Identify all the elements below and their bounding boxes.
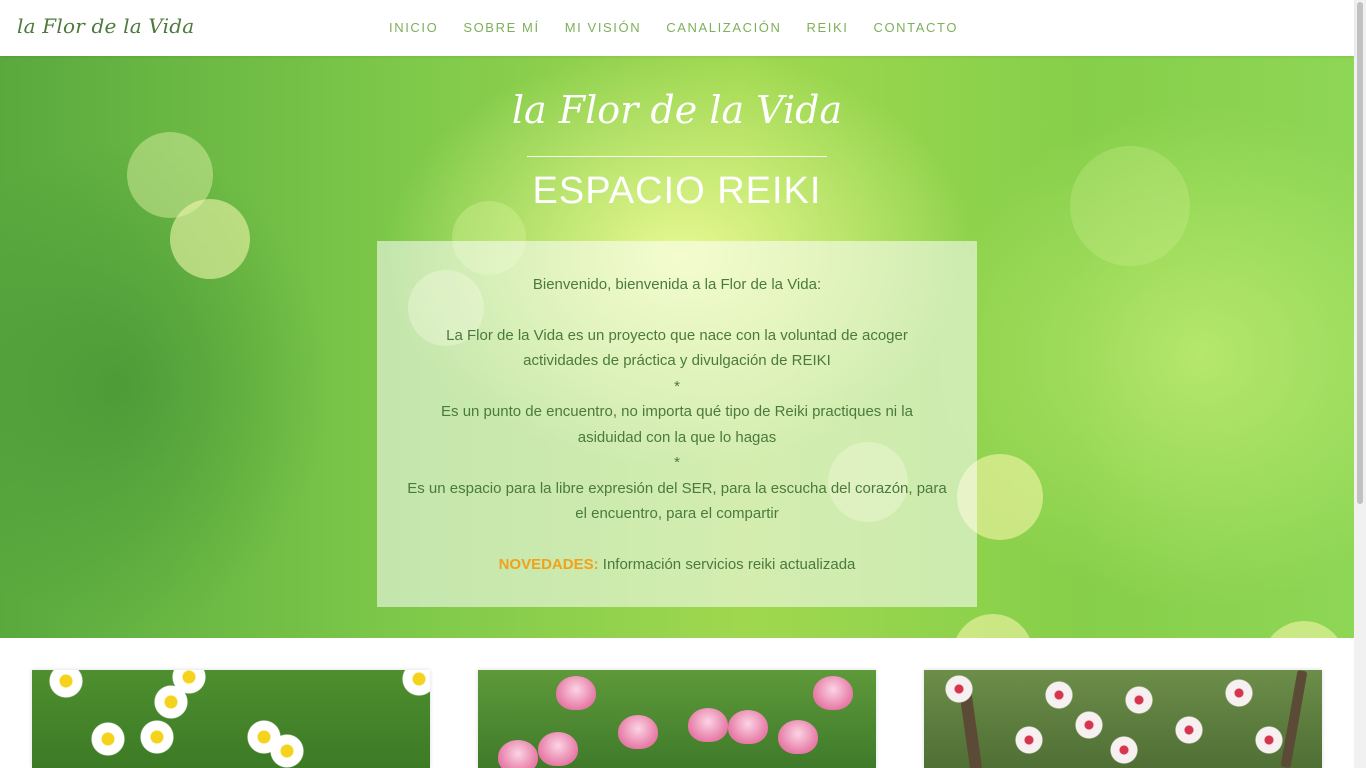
nav-item-reiki[interactable]: REIKI — [807, 20, 849, 35]
tulip-flower — [813, 676, 853, 710]
main-nav: INICIO SOBRE MÍ MI VISIÓN CANALIZACIÓN R… — [389, 20, 983, 35]
tree-branch — [1280, 670, 1308, 768]
blossom-flower — [1014, 725, 1044, 755]
welcome-greeting: Bienvenido, bienvenida a la Flor de la V… — [532, 276, 822, 293]
blossom-flower — [1174, 715, 1204, 745]
page-scrollbar[interactable] — [1354, 0, 1366, 768]
novedades-line: NOVEDADES: Información servicios reiki a… — [407, 552, 947, 578]
almond-blossom-photo[interactable] — [924, 670, 1322, 768]
nav-item-canalizacion[interactable]: CANALIZACIÓN — [666, 20, 781, 35]
site-logo[interactable]: la Flor de la Vida — [17, 14, 194, 38]
hero-banner: la Flor de la Vida ESPACIO REIKI Bienven… — [0, 56, 1354, 638]
scrollbar-thumb[interactable] — [1357, 2, 1363, 504]
hero-divider — [527, 156, 827, 157]
daisy-flower — [270, 734, 304, 768]
welcome-paragraph-1: La Flor de la Vida es un proyecto que na… — [446, 326, 908, 370]
blossom-flower — [1254, 725, 1284, 755]
tulip-flower — [538, 732, 578, 766]
blossom-flower — [1109, 735, 1139, 765]
nav-item-sobre-mi[interactable]: SOBRE MÍ — [463, 20, 539, 35]
bokeh-light — [1262, 621, 1346, 638]
tulip-flower — [688, 708, 728, 742]
daisy-flower — [140, 720, 174, 754]
welcome-paragraph-3: Es un espacio para la libre expresión de… — [407, 479, 947, 523]
blossom-flower — [1044, 680, 1074, 710]
daisy-flower — [91, 722, 125, 756]
daisies-photo[interactable] — [32, 670, 430, 768]
novedades-label: NOVEDADES: — [498, 555, 599, 573]
welcome-box: Bienvenido, bienvenida a la Flor de la V… — [377, 241, 977, 607]
nav-item-contacto[interactable]: CONTACTO — [873, 20, 958, 35]
blossom-flower — [1224, 678, 1254, 708]
hero-title: ESPACIO REIKI — [532, 170, 822, 212]
welcome-paragraph-2: Es un punto de encuentro, no importa qué… — [441, 403, 913, 446]
tulip-flower — [618, 715, 658, 749]
daisy-flower — [402, 670, 430, 696]
novedades-text: Información servicios reiki actualizada — [602, 555, 856, 573]
nav-item-inicio[interactable]: INICIO — [389, 20, 438, 35]
tulip-flower — [556, 676, 596, 710]
pink-tulips-photo[interactable] — [478, 670, 876, 768]
hero-script-title: la Flor de la Vida — [511, 88, 843, 132]
welcome-separator: * — [674, 377, 680, 395]
nav-item-mi-vision[interactable]: MI VISIÓN — [565, 20, 642, 35]
tulip-flower — [498, 740, 538, 768]
welcome-separator: * — [674, 454, 680, 471]
blossom-flower — [1074, 710, 1104, 740]
daisy-flower — [49, 670, 83, 698]
site-header: la Flor de la Vida INICIO SOBRE MÍ MI VI… — [0, 0, 1354, 56]
blossom-flower — [1124, 685, 1154, 715]
blossom-flower — [944, 674, 974, 704]
tulip-flower — [728, 710, 768, 744]
tulip-flower — [778, 720, 818, 754]
bokeh-light — [953, 614, 1033, 638]
